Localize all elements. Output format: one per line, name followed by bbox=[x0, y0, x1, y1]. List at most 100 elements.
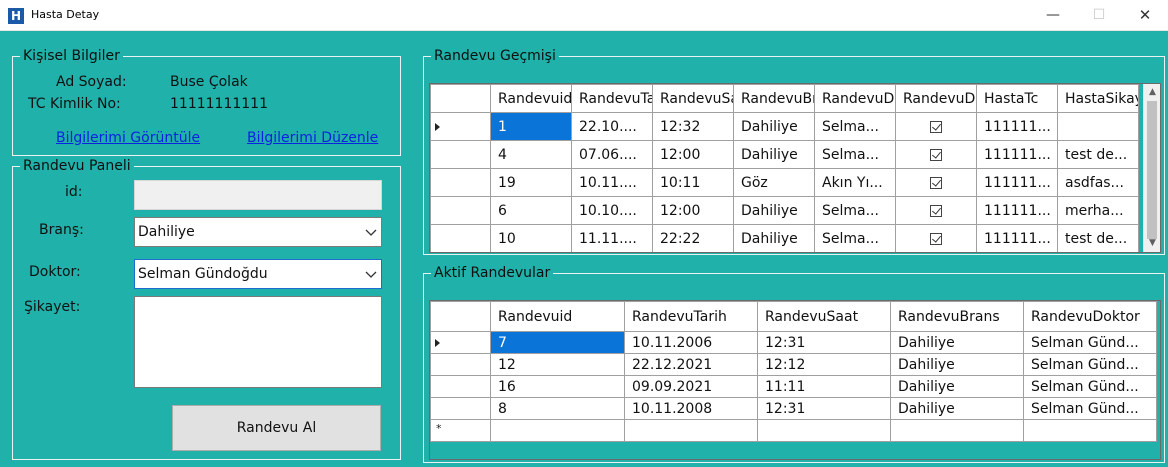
column-header[interactable]: Randevuid bbox=[490, 301, 625, 332]
table-cell[interactable]: 12 bbox=[490, 353, 625, 376]
table-cell[interactable]: Selman Günd... bbox=[1023, 353, 1157, 376]
checkbox-cell[interactable] bbox=[895, 196, 977, 225]
table-cell[interactable]: 11:11 bbox=[757, 375, 891, 398]
row-header[interactable] bbox=[430, 112, 491, 141]
column-header[interactable]: HastaSikayet bbox=[1057, 84, 1139, 113]
view-info-link[interactable]: Bilgilerimi Görüntüle bbox=[56, 129, 200, 147]
table-cell[interactable]: 111111... bbox=[976, 112, 1058, 141]
table-row[interactable]: 6 10.10.... 12:00 Dahiliye Selma... 111111...… bbox=[430, 196, 1139, 225]
column-header[interactable]: RandevuSaat bbox=[652, 84, 734, 113]
column-header[interactable]: RandevuTarih bbox=[624, 301, 758, 332]
checkbox-cell[interactable] bbox=[895, 112, 977, 141]
close-button[interactable]: ✕ bbox=[1122, 0, 1168, 31]
table-cell[interactable]: 1 bbox=[490, 112, 572, 141]
column-header[interactable]: RandevuBrans bbox=[890, 301, 1024, 332]
checkbox-checked-icon[interactable] bbox=[930, 148, 942, 161]
table-row[interactable]: 1 22.10.... 12:32 Dahiliye Selma... 111111... bbox=[430, 112, 1139, 141]
checkbox-cell[interactable] bbox=[895, 140, 977, 169]
table-cell[interactable]: Selma... bbox=[814, 112, 896, 141]
column-header[interactable]: RandevuDurum bbox=[895, 84, 977, 113]
table-cell[interactable]: Dahiliye bbox=[733, 112, 815, 141]
table-row[interactable]: 4 07.06.... 12:00 Dahiliye Selma... 111111...… bbox=[430, 140, 1139, 169]
table-cell[interactable]: Dahiliye bbox=[733, 224, 815, 252]
table-row[interactable]: 16 09.09.2021 11:11 Dahiliye Selman Günd... bbox=[430, 375, 1157, 398]
table-row[interactable]: 12 22.12.2021 12:12 Dahiliye Selman Günd... bbox=[430, 353, 1157, 376]
new-row[interactable]: * bbox=[430, 419, 1157, 442]
table-cell[interactable]: Dahiliye bbox=[890, 397, 1024, 420]
table-cell[interactable]: 09.09.2021 bbox=[624, 375, 758, 398]
table-cell[interactable] bbox=[890, 419, 1024, 442]
row-header[interactable] bbox=[430, 140, 491, 169]
table-cell[interactable]: 22.10.... bbox=[571, 112, 653, 141]
complaint-textarea[interactable] bbox=[134, 296, 382, 388]
table-cell[interactable]: 10.11.... bbox=[571, 168, 653, 197]
column-header[interactable]: RandevuSaat bbox=[757, 301, 891, 332]
table-cell[interactable]: Selman Günd... bbox=[1023, 375, 1157, 398]
table-cell[interactable]: 12:31 bbox=[757, 397, 891, 420]
row-header[interactable] bbox=[430, 224, 491, 252]
edit-info-link[interactable]: Bilgilerimi Düzenle bbox=[247, 129, 378, 147]
table-cell[interactable]: 16 bbox=[490, 375, 625, 398]
table-cell[interactable]: 12:00 bbox=[652, 140, 734, 169]
table-cell[interactable]: merha... bbox=[1057, 196, 1139, 225]
table-row[interactable]: 19 10.11.... 10:11 Göz Akın Yı... 111111... as… bbox=[430, 168, 1139, 197]
row-header[interactable] bbox=[430, 353, 491, 376]
table-cell[interactable]: 10:11 bbox=[652, 168, 734, 197]
table-cell[interactable]: Selma... bbox=[814, 140, 896, 169]
table-cell[interactable] bbox=[624, 419, 758, 442]
table-cell[interactable]: 12:00 bbox=[652, 196, 734, 225]
table-cell[interactable]: Selma... bbox=[814, 196, 896, 225]
scroll-down-icon[interactable]: ▼ bbox=[1144, 235, 1160, 252]
table-cell[interactable] bbox=[1057, 112, 1139, 141]
table-cell[interactable]: 12:31 bbox=[757, 331, 891, 354]
table-cell[interactable]: Dahiliye bbox=[890, 375, 1024, 398]
table-cell[interactable]: 10.11.2008 bbox=[624, 397, 758, 420]
table-cell[interactable]: test de... bbox=[1057, 140, 1139, 169]
table-cell[interactable]: 22:22 bbox=[652, 224, 734, 252]
table-cell[interactable]: 7 bbox=[490, 331, 625, 354]
history-grid[interactable]: RandevuidRandevuTarihRandevuSaatRandevuB… bbox=[429, 83, 1161, 253]
table-row[interactable]: 8 10.11.2008 12:31 Dahiliye Selman Günd... bbox=[430, 397, 1157, 420]
scroll-thumb[interactable] bbox=[1147, 101, 1157, 239]
checkbox-cell[interactable] bbox=[895, 224, 977, 252]
column-header[interactable]: RandevuTarih bbox=[571, 84, 653, 113]
table-cell[interactable]: 10.11.2006 bbox=[624, 331, 758, 354]
row-header[interactable] bbox=[430, 397, 491, 420]
table-cell[interactable]: Selman Günd... bbox=[1023, 331, 1157, 354]
table-cell[interactable]: 111111... bbox=[976, 224, 1058, 252]
table-cell[interactable]: 12:32 bbox=[652, 112, 734, 141]
row-header[interactable] bbox=[430, 168, 491, 197]
column-header[interactable]: RandevuDoktor bbox=[814, 84, 896, 113]
table-cell[interactable]: 12:12 bbox=[757, 353, 891, 376]
scroll-up-icon[interactable]: ▲ bbox=[1144, 84, 1160, 101]
table-cell[interactable]: Dahiliye bbox=[890, 353, 1024, 376]
table-cell[interactable]: Dahiliye bbox=[890, 331, 1024, 354]
checkbox-checked-icon[interactable] bbox=[930, 176, 942, 189]
column-header[interactable]: Randevuid bbox=[490, 84, 572, 113]
row-header[interactable] bbox=[430, 375, 491, 398]
table-cell[interactable] bbox=[1023, 419, 1157, 442]
table-cell[interactable]: 111111... bbox=[976, 168, 1058, 197]
column-header[interactable]: RandevuDoktor bbox=[1023, 301, 1157, 332]
table-cell[interactable]: 6 bbox=[490, 196, 572, 225]
maximize-button[interactable]: ☐ bbox=[1076, 0, 1122, 31]
checkbox-cell[interactable] bbox=[895, 168, 977, 197]
row-header[interactable] bbox=[430, 196, 491, 225]
table-cell[interactable]: 8 bbox=[490, 397, 625, 420]
table-cell[interactable]: 4 bbox=[490, 140, 572, 169]
table-cell[interactable] bbox=[490, 419, 625, 442]
row-header[interactable] bbox=[430, 331, 491, 354]
branch-select[interactable]: Dahiliye bbox=[134, 217, 382, 247]
table-cell[interactable]: 22.12.2021 bbox=[624, 353, 758, 376]
table-cell[interactable]: test de... bbox=[1057, 224, 1139, 252]
table-cell[interactable]: 11.11.... bbox=[571, 224, 653, 252]
table-cell[interactable] bbox=[757, 419, 891, 442]
table-cell[interactable]: 111111... bbox=[976, 140, 1058, 169]
active-appointments-grid[interactable]: Randevuid RandevuTarih RandevuSaat RandevuB… bbox=[429, 300, 1161, 460]
table-cell[interactable]: asdfas... bbox=[1057, 168, 1139, 197]
book-appointment-button[interactable]: Randevu Al bbox=[172, 405, 381, 451]
table-cell[interactable]: Selma... bbox=[814, 224, 896, 252]
checkbox-checked-icon[interactable] bbox=[930, 232, 942, 245]
doctor-select[interactable]: Selman Gündoğdu bbox=[134, 259, 382, 289]
column-header[interactable]: RandevuBrans bbox=[733, 84, 815, 113]
